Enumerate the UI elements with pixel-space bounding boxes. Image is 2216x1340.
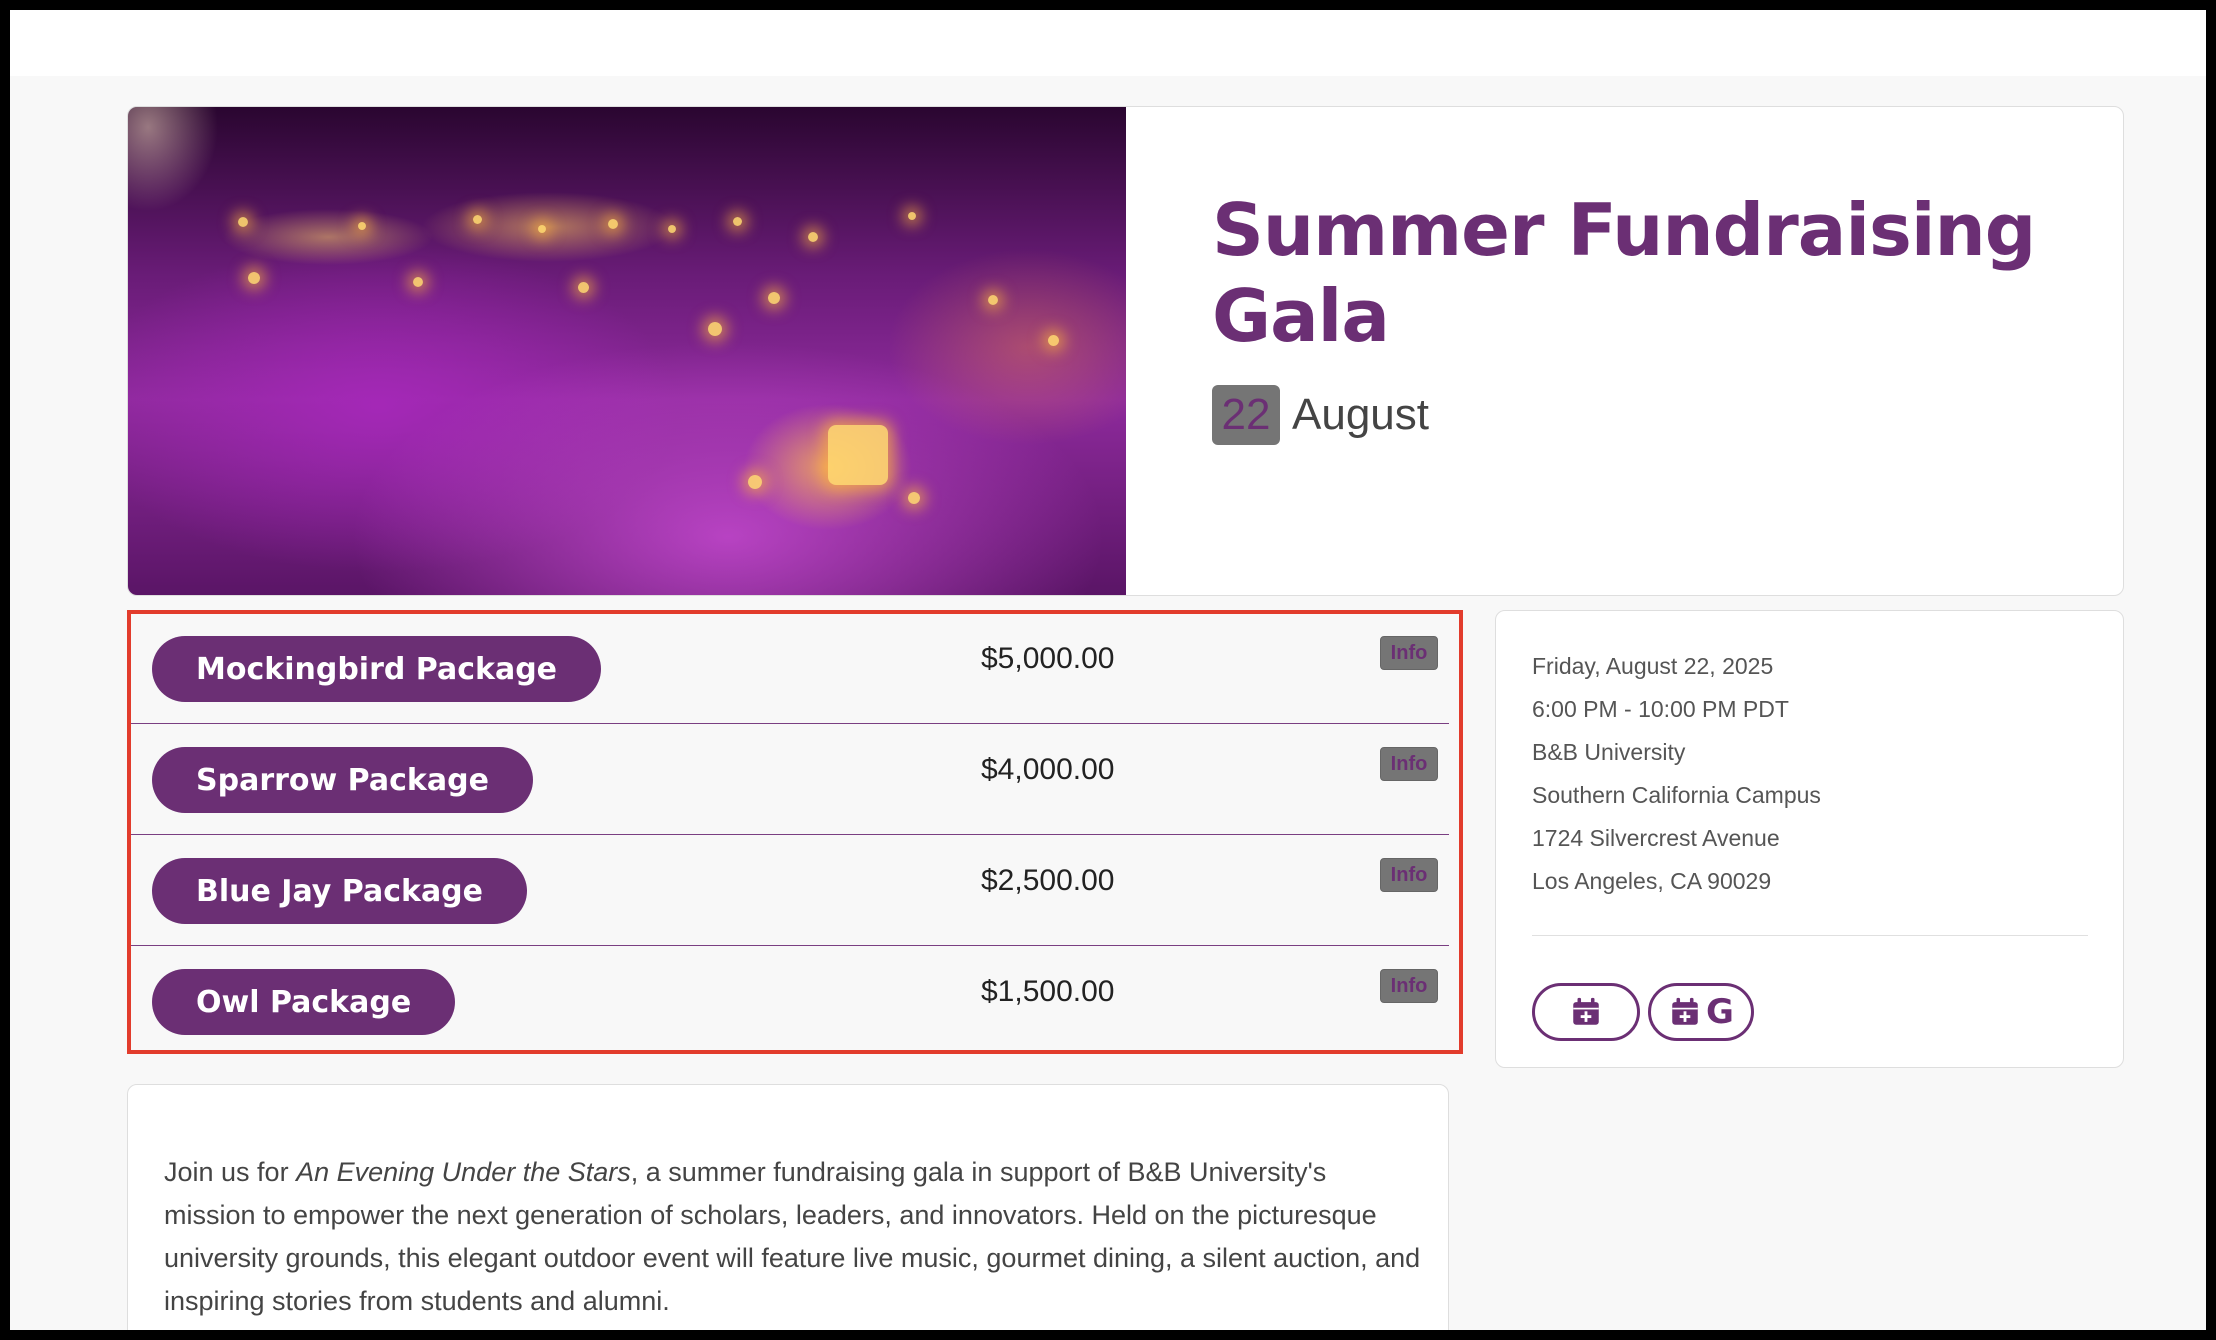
page-viewport: Summer Fundraising Gala 22 August Mockin…	[10, 10, 2206, 1330]
event-description-card: Join us for An Evening Under the Stars, …	[127, 1084, 1449, 1330]
description-highlight: An Evening Under the Stars	[296, 1157, 631, 1187]
package-info-button[interactable]: Info	[1380, 858, 1438, 892]
event-campus: Southern California Campus	[1532, 782, 1821, 808]
package-button-owl[interactable]: Owl Package	[152, 969, 456, 1035]
package-row: Sparrow Package $4,000.00 Info	[131, 725, 1449, 835]
event-title: Summer Fundraising Gala	[1212, 188, 2036, 358]
package-row: Blue Jay Package $2,500.00 Info	[131, 836, 1449, 946]
package-price: $1,500.00	[981, 975, 1115, 1008]
event-venue: B&B University	[1532, 739, 1686, 765]
package-button-blue-jay[interactable]: Blue Jay Package	[152, 858, 528, 924]
package-price: $4,000.00	[981, 753, 1115, 786]
add-to-calendar-button[interactable]	[1532, 983, 1640, 1041]
package-info-button[interactable]: Info	[1380, 747, 1438, 781]
event-month: August	[1292, 390, 1429, 439]
top-bar	[10, 10, 2206, 76]
event-hero-image	[128, 107, 1126, 595]
package-row: Mockingbird Package $5,000.00 Info	[131, 614, 1449, 724]
event-time: 6:00 PM - 10:00 PM PDT	[1532, 696, 1789, 722]
google-icon: G	[1706, 992, 1734, 1032]
event-day-badge: 22	[1212, 385, 1280, 445]
event-details-card: Friday, August 22, 2025 6:00 PM - 10:00 …	[1495, 610, 2124, 1068]
description-intro: Join us for	[164, 1157, 297, 1187]
calendar-plus-icon	[1668, 995, 1702, 1029]
calendar-plus-icon	[1569, 995, 1603, 1029]
event-street: 1724 Silvercrest Avenue	[1532, 825, 1780, 851]
package-price: $2,500.00	[981, 864, 1115, 897]
event-city: Los Angeles, CA 90029	[1532, 868, 1772, 894]
package-list: Mockingbird Package $5,000.00 Info Sparr…	[127, 610, 1463, 1054]
package-info-button[interactable]: Info	[1380, 636, 1438, 670]
event-hero-card: Summer Fundraising Gala 22 August	[127, 106, 2124, 596]
event-date: Friday, August 22, 2025	[1532, 653, 1774, 679]
package-price: $5,000.00	[981, 642, 1115, 675]
details-divider	[1532, 935, 2088, 936]
add-to-google-calendar-button[interactable]: G	[1648, 983, 1754, 1041]
package-button-mockingbird[interactable]: Mockingbird Package	[152, 636, 602, 702]
event-date-display: 22 August	[1212, 385, 1429, 445]
event-description: Join us for An Evening Under the Stars, …	[164, 1151, 1424, 1323]
package-info-button[interactable]: Info	[1380, 969, 1438, 1003]
package-row: Owl Package $1,500.00 Info	[131, 947, 1449, 1057]
package-button-sparrow[interactable]: Sparrow Package	[152, 747, 533, 813]
